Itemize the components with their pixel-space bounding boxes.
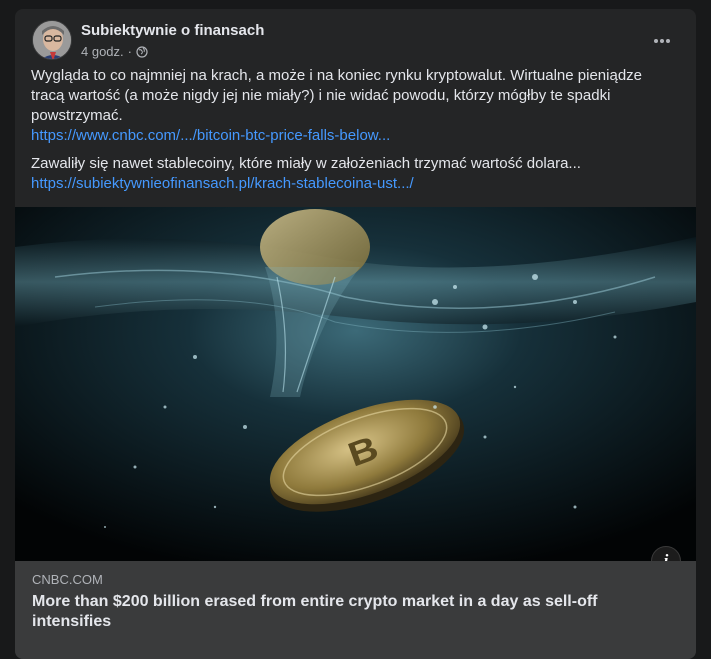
paragraph-1-text: Wygląda to co najmniej na krach, a może …	[31, 67, 643, 124]
page-name[interactable]: Subiektywnie o finansach	[81, 22, 264, 39]
post-text: Wygląda to co najmniej na krach, a może …	[31, 66, 671, 202]
preview-headline: More than $200 billion erased from entir…	[32, 593, 598, 630]
post-card: Subiektywnie o finansach 4 godz. · Wyglą…	[15, 9, 696, 659]
post-meta: 4 godz. ·	[81, 44, 148, 59]
more-options-icon	[654, 39, 670, 43]
more-options-button[interactable]	[648, 27, 676, 55]
link-preview-image[interactable]: B	[15, 207, 696, 561]
link-preview[interactable]: CNBC.COM More than $200 billion erased f…	[15, 561, 696, 659]
preview-domain: CNBC.COM	[32, 572, 103, 587]
blog-link[interactable]: https://subiektywnieofinansach.pl/krach-…	[31, 174, 671, 194]
post-paragraph-1: Wygląda to co najmniej na krach, a może …	[31, 66, 671, 146]
post-time[interactable]: 4 godz.	[81, 44, 124, 59]
meta-separator: ·	[127, 44, 132, 59]
page-avatar[interactable]	[32, 20, 72, 60]
post-paragraph-2: Zawaliły się nawet stablecoiny, które mi…	[31, 154, 671, 194]
globe-icon	[136, 45, 148, 58]
cnbc-link[interactable]: https://www.cnbc.com/.../bitcoin-btc-pri…	[31, 126, 671, 146]
post-header: Subiektywnie o finansach 4 godz. ·	[31, 19, 680, 63]
paragraph-2-text: Zawaliły się nawet stablecoiny, które mi…	[31, 155, 581, 172]
